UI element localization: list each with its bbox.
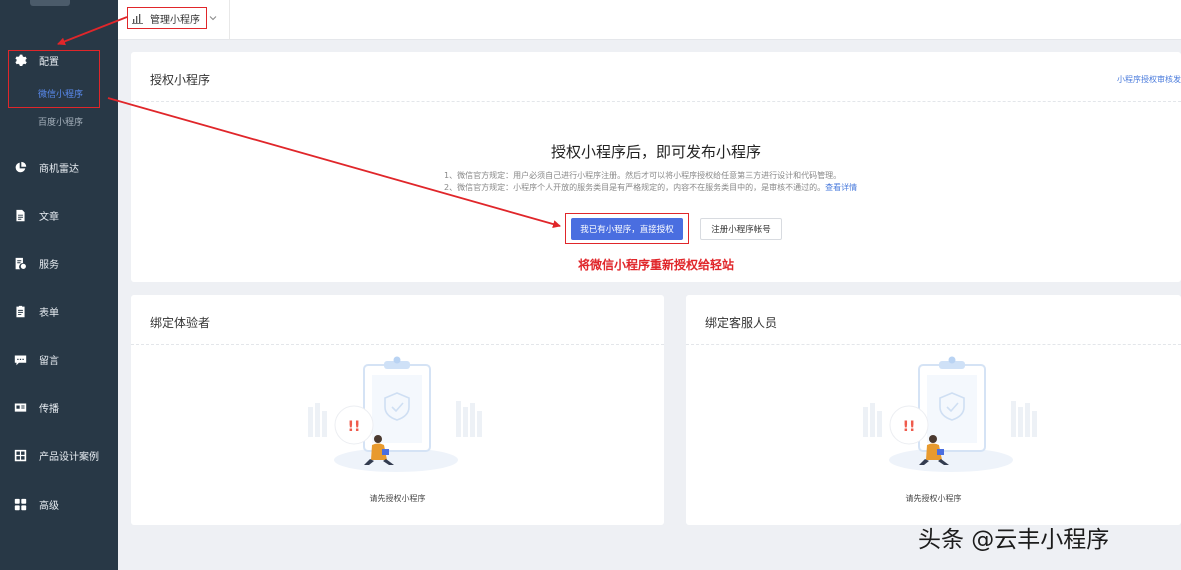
- sidebar-sub-baidu-miniapp[interactable]: 百度小程序: [0, 114, 118, 132]
- sidebar-item-message[interactable]: 留言: [0, 347, 118, 371]
- card-title: 绑定体验者: [150, 316, 211, 330]
- sidebar-item-service[interactable]: 服务: [0, 251, 118, 275]
- card-header: 绑定客服人员: [686, 295, 1181, 345]
- sidebar-item-label: 产品设计案例: [39, 451, 99, 463]
- service-icon: [13, 256, 27, 270]
- empty-state-illustration: !!: [308, 356, 482, 472]
- clipboard-icon: [13, 304, 27, 318]
- sidebar-item-form[interactable]: 表单: [0, 299, 118, 323]
- empty-state-text: 请先授权小程序: [905, 494, 962, 503]
- sidebar-item-label: 高级: [39, 500, 59, 512]
- rule-2: 2、微信官方规定：小程序个人开放的服务类目是有严格规定的，内容不在服务类目中的，…: [444, 182, 857, 193]
- card-header: 绑定体验者: [131, 295, 664, 345]
- pie-chart-icon: [13, 160, 27, 174]
- annotation-text: 将微信小程序重新授权给轻站: [577, 258, 734, 272]
- logo: [30, 0, 70, 6]
- sidebar-item-article[interactable]: 文章: [0, 203, 118, 227]
- authorize-card: 授权小程序 小程序授权审核发 授权小程序后，即可发布小程序 1、微信官方规定：用…: [131, 52, 1181, 282]
- details-link[interactable]: 查看详情: [825, 183, 857, 192]
- document-icon: [13, 208, 27, 222]
- empty-state-text: 请先授权小程序: [369, 494, 426, 503]
- authorize-existing-button[interactable]: 我已有小程序，直接授权: [571, 218, 683, 240]
- chat-icon: [13, 352, 27, 366]
- service-staff-card: 绑定客服人员 !! 请先授权小程序: [686, 295, 1181, 525]
- auth-headline: 授权小程序后，即可发布小程序: [550, 143, 761, 161]
- sidebar-item-label: 文章: [39, 211, 59, 223]
- sidebar-item-label: 商机雷达: [39, 163, 79, 175]
- card-header: 授权小程序 小程序授权审核发: [131, 52, 1181, 102]
- alert-mark: !!: [903, 419, 916, 435]
- empty-state-illustration: !!: [863, 356, 1037, 472]
- sidebar-item-label: 表单: [39, 307, 59, 319]
- card-title: 绑定客服人员: [705, 316, 778, 330]
- topbar: 管理小程序: [118, 0, 1181, 40]
- chevron-down-icon[interactable]: [208, 13, 218, 23]
- sidebar: 配置 微信小程序 百度小程序 商机雷达 文章 服务 表单 留言 传播 产品设计案…: [0, 0, 118, 570]
- watermark: 头条 @云丰小程序: [918, 527, 1110, 553]
- annotation-box-switcher: [127, 7, 207, 29]
- audit-link[interactable]: 小程序授权审核发: [1117, 74, 1181, 85]
- apps-icon: [13, 497, 27, 511]
- sidebar-item-label: 服务: [39, 259, 59, 271]
- rule-2-text: 2、微信官方规定：小程序个人开放的服务类目是有严格规定的，内容不在服务类目中的，…: [444, 183, 826, 192]
- alert-mark: !!: [348, 419, 361, 435]
- rule-1: 1、微信官方规定：用户必须自己进行小程序注册。然后才可以将小程序授权给任意第三方…: [444, 171, 842, 180]
- sidebar-item-label: 留言: [39, 355, 59, 367]
- annotation-box-nav: [8, 50, 100, 108]
- sidebar-item-radar[interactable]: 商机雷达: [0, 155, 118, 179]
- tester-card: 绑定体验者 !! 请先授权小程序: [131, 295, 664, 525]
- sidebar-item-advanced[interactable]: 高级: [0, 492, 118, 516]
- grid-icon: [13, 448, 27, 462]
- sidebar-item-design-cases[interactable]: 产品设计案例: [0, 443, 118, 467]
- sidebar-item-spread[interactable]: 传播: [0, 395, 118, 419]
- topbar-divider: [229, 0, 230, 40]
- id-card-icon: [13, 400, 27, 414]
- sidebar-item-label: 传播: [39, 403, 59, 415]
- card-title: 授权小程序: [150, 73, 211, 87]
- register-miniapp-button[interactable]: 注册小程序帐号: [700, 218, 782, 240]
